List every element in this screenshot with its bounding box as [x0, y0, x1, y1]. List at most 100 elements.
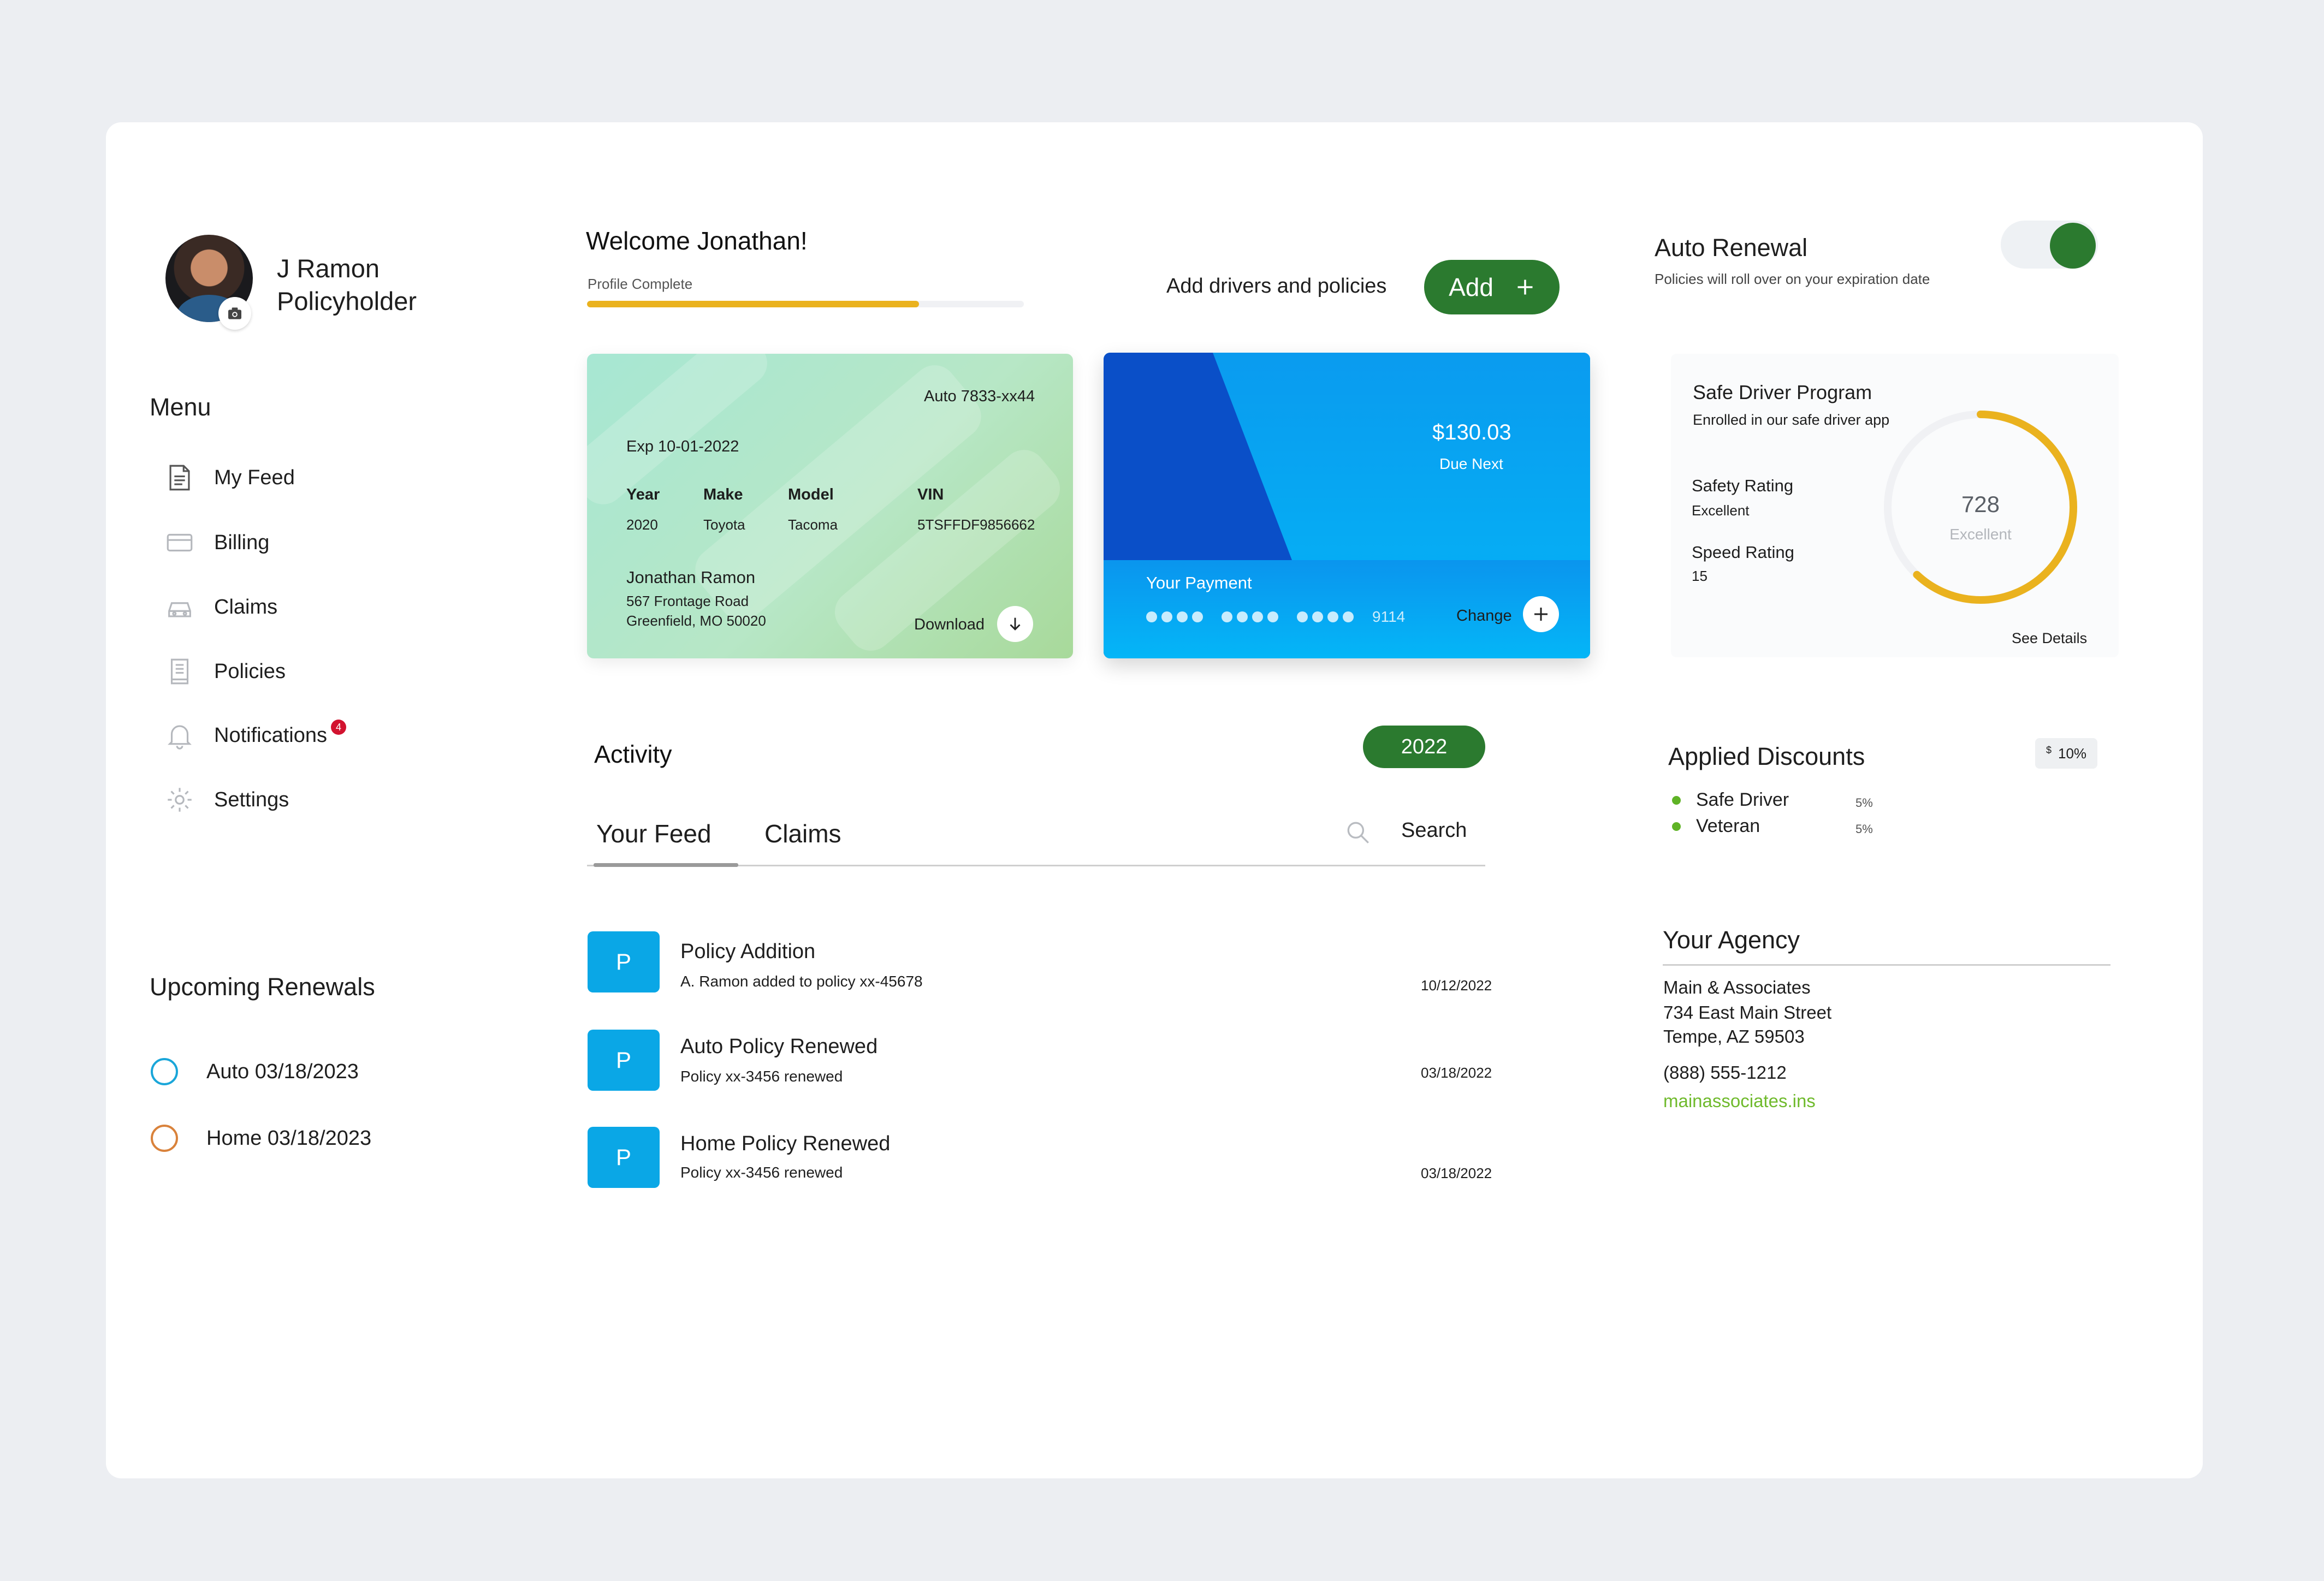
your-agency-title: Your Agency — [1663, 926, 1800, 954]
activity-title: Activity — [594, 740, 672, 768]
discount-dot-icon — [1672, 822, 1681, 831]
payment-card[interactable]: $130.03 Due Next Your Payment 9114 Chang… — [1104, 353, 1590, 658]
masked-card-number: 9114 — [1146, 608, 1405, 626]
plus-icon — [1517, 280, 1533, 295]
sidebar-item-label: Settings — [214, 788, 289, 811]
download-label[interactable]: Download — [914, 616, 985, 634]
vehicle-year: 2020 — [626, 516, 658, 533]
vehicle-header-model: Model — [788, 486, 834, 503]
bell-icon — [168, 725, 192, 750]
sidebar-item-notifications[interactable]: Notifications — [164, 720, 327, 751]
discount-total: 10% — [2058, 745, 2087, 762]
menu-title: Menu — [150, 393, 211, 421]
download-button[interactable] — [997, 606, 1033, 642]
sidebar-item-label: My Feed — [214, 466, 295, 489]
feed-icon — [169, 465, 190, 491]
notification-badge: 4 — [331, 720, 346, 735]
safety-score-label: Excellent — [1949, 526, 2012, 543]
safety-score: 728 — [1961, 491, 2000, 517]
sidebar-item-label: Billing — [214, 531, 270, 554]
card-last4: 9114 — [1372, 608, 1406, 625]
feed-item-icon: P — [588, 931, 660, 992]
search-label[interactable]: Search — [1401, 819, 1467, 842]
renewal-label: Home 03/18/2023 — [206, 1126, 372, 1150]
agency-phone[interactable]: (888) 555-1212 — [1663, 1062, 1787, 1083]
payment-label: Your Payment — [1146, 573, 1252, 592]
profile-progress-bar — [587, 301, 1024, 307]
discount-dot-icon — [1672, 795, 1681, 805]
vehicle-model: Tacoma — [788, 516, 838, 533]
change-payment-button[interactable] — [1523, 596, 1559, 632]
user-role: Policyholder — [277, 287, 417, 316]
payment-due-label: Due Next — [1439, 455, 1503, 472]
profile-complete-label: Profile Complete — [588, 276, 693, 292]
speed-rating-value: 15 — [1692, 568, 1708, 584]
sidebar-item-policies[interactable]: Policies — [164, 656, 286, 687]
auto-renewal-toggle[interactable] — [2001, 221, 2098, 269]
feed-item-icon: P — [588, 1030, 660, 1091]
camera-icon[interactable] — [218, 297, 251, 330]
vehicle-header-make: Make — [703, 486, 743, 503]
discount-label: Safe Driver — [1696, 789, 1789, 810]
card-icon — [167, 533, 193, 552]
discount-item: Veteran — [1672, 816, 1760, 837]
sidebar-item-my-feed[interactable]: My Feed — [164, 462, 295, 494]
agency-divider — [1663, 964, 2110, 966]
renewal-item-home[interactable]: Home 03/18/2023 — [151, 1125, 371, 1152]
user-name: J Ramon Policyholder — [277, 252, 417, 318]
car-icon — [168, 602, 191, 617]
feed-item-subtitle: A. Ramon added to policy xx-45678 — [680, 973, 923, 990]
tab-claims[interactable]: Claims — [764, 819, 841, 848]
feed-item-icon: P — [588, 1127, 660, 1188]
progress-fill — [587, 301, 919, 307]
agency-website-link[interactable]: mainassociates.ins — [1663, 1091, 1816, 1112]
year-filter-button[interactable]: 2022 — [1363, 726, 1485, 768]
auto-policy-number: Auto 7833-xx44 — [924, 388, 1035, 405]
payment-amount: $130.03 — [1432, 420, 1511, 444]
renewal-item-auto[interactable]: Auto 03/18/2023 — [151, 1058, 359, 1085]
agency-city: Tempe, AZ 59503 — [1663, 1026, 1805, 1047]
user-name-line: J Ramon — [277, 254, 380, 283]
sidebar-item-claims[interactable]: Claims — [164, 591, 277, 623]
vehicle-vin: 5TSFFDF9856662 — [917, 516, 1035, 533]
feed-item-date: 03/18/2022 — [1421, 1065, 1492, 1081]
sidebar-item-settings[interactable]: Settings — [164, 784, 289, 816]
tab-your-feed[interactable]: Your Feed — [596, 819, 712, 848]
discount-total-badge: $ 10% — [2035, 738, 2097, 769]
auto-policy-card[interactable]: Auto 7833-xx44 Exp 10-01-2022 Year Make … — [587, 354, 1073, 658]
feed-item-title[interactable]: Home Policy Renewed — [680, 1132, 890, 1156]
arrow-down-icon — [1010, 617, 1021, 631]
sidebar-item-billing[interactable]: Billing — [164, 527, 269, 558]
safe-driver-title: Safe Driver Program — [1693, 381, 1872, 403]
gear-icon — [168, 788, 192, 812]
sidebar-item-label: Policies — [214, 659, 286, 683]
see-details-link[interactable]: See Details — [2012, 630, 2087, 647]
discount-percent: 5% — [1855, 822, 1873, 836]
owner-address-line2: Greenfield, MO 50020 — [626, 613, 766, 629]
auto-renewal-subtitle: Policies will roll over on your expirati… — [1655, 271, 1930, 287]
feed-item-title[interactable]: Auto Policy Renewed — [680, 1035, 878, 1059]
agency-name: Main & Associates — [1663, 977, 1811, 997]
add-button[interactable]: Add — [1424, 260, 1560, 314]
dashboard-panel — [106, 122, 2203, 1478]
auto-expiration: Exp 10-01-2022 — [626, 438, 739, 455]
feed-item-date: 10/12/2022 — [1421, 977, 1492, 994]
discount-label: Veteran — [1696, 816, 1760, 836]
sidebar-item-label: Notifications — [214, 723, 327, 747]
change-label[interactable]: Change — [1456, 607, 1512, 625]
plus-icon — [1534, 608, 1548, 621]
feed-item-subtitle: Policy xx-3456 renewed — [680, 1068, 843, 1085]
applied-discounts-title: Applied Discounts — [1668, 742, 1865, 770]
renewal-status-icon — [151, 1058, 178, 1085]
vehicle-make: Toyota — [703, 516, 745, 533]
feed-item-title[interactable]: Policy Addition — [680, 940, 815, 964]
safety-rating-label: Safety Rating — [1692, 476, 1794, 495]
add-button-label: Add — [1449, 273, 1493, 301]
owner-address-line1: 567 Frontage Road — [626, 593, 749, 609]
search-icon[interactable] — [1344, 819, 1372, 846]
sidebar-item-label: Claims — [214, 595, 278, 619]
dollar-icon: $ — [2046, 744, 2052, 756]
renewal-status-icon — [151, 1125, 178, 1152]
card-owner: Jonathan Ramon — [626, 568, 756, 587]
discount-percent: 5% — [1855, 796, 1873, 810]
